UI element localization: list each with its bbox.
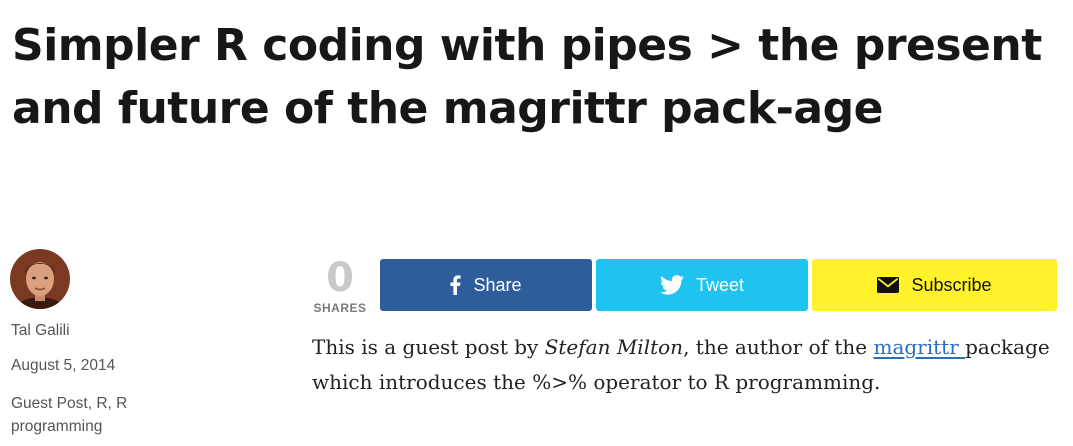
share-count: 0 SHARES bbox=[309, 256, 371, 315]
share-count-label: SHARES bbox=[313, 301, 367, 315]
facebook-icon bbox=[450, 275, 462, 295]
category-link[interactable]: Guest Post bbox=[11, 395, 88, 412]
post-date: August 5, 2014 bbox=[11, 357, 116, 374]
category-separator: , bbox=[107, 395, 117, 412]
subscribe-button-label: Subscribe bbox=[911, 274, 992, 295]
post-title: Simpler R coding with pipes > the presen… bbox=[12, 20, 1042, 134]
facebook-share-button[interactable]: Share bbox=[380, 259, 592, 311]
intro-text: , the author of the bbox=[683, 335, 874, 359]
share-count-number: 0 bbox=[326, 255, 354, 301]
author-avatar[interactable] bbox=[10, 249, 70, 309]
share-button-label: Share bbox=[473, 274, 522, 295]
guest-author-name: Stefan Milton bbox=[544, 335, 684, 359]
post-categories: Guest Post, R, R programming bbox=[11, 392, 151, 438]
author-name[interactable]: Tal Galili bbox=[11, 322, 70, 340]
intro-text: This is a guest post by bbox=[312, 335, 545, 359]
post-intro: This is a guest post by Stefan Milton, t… bbox=[312, 330, 1062, 400]
magrittr-link[interactable]: magrittr bbox=[873, 335, 965, 359]
envelope-icon bbox=[877, 277, 900, 293]
subscribe-button[interactable]: Subscribe bbox=[812, 259, 1057, 311]
category-link[interactable]: R bbox=[96, 395, 107, 412]
avatar-photo bbox=[10, 249, 70, 309]
tweet-button-label: Tweet bbox=[695, 274, 745, 295]
twitter-tweet-button[interactable]: Tweet bbox=[596, 259, 808, 311]
twitter-icon bbox=[659, 275, 684, 295]
